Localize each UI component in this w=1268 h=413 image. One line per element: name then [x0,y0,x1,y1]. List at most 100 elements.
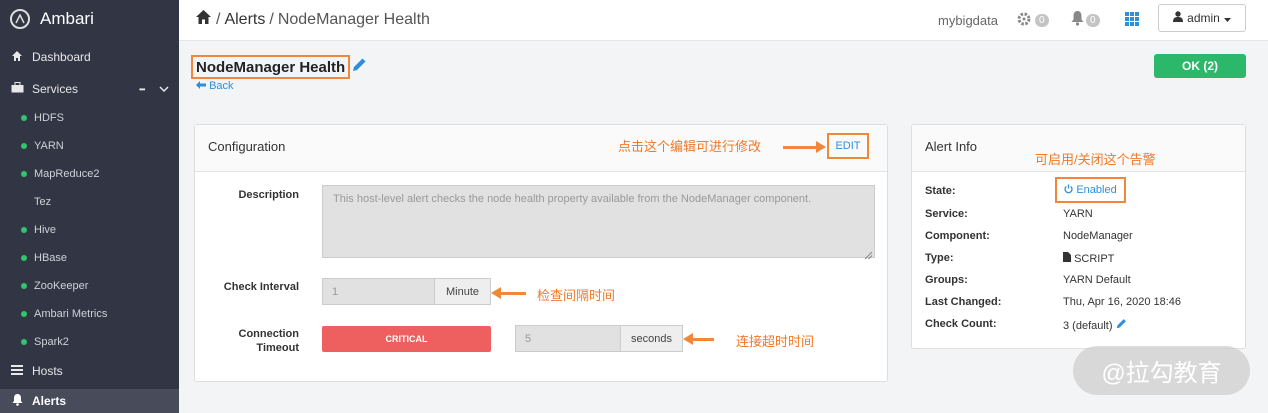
home-icon [10,50,24,65]
last-changed-label: Last Changed: [925,296,1002,308]
service-label: YARN [34,140,64,152]
sidebar-item-hosts[interactable]: Hosts [0,361,179,381]
alert-title: NodeManager Health [191,55,351,79]
timeout-annotation: 连接超时时间 [736,334,815,349]
service-label: HDFS [34,112,64,124]
service-label: MapReduce2 [34,168,100,180]
annotation-arrow-left [491,287,526,299]
connection-timeout-input[interactable]: 5 [515,325,621,352]
configuration-title: Configuration [208,139,286,154]
connection-timeout-label-line2: Timeout [256,342,299,354]
alerts-bell-button[interactable]: 0 [1071,8,1100,32]
status-dot [21,227,27,233]
brand-name: Ambari [40,9,94,28]
alert-info-title: Alert Info [925,139,978,154]
edit-button[interactable]: EDIT [827,133,869,159]
service-item-tez[interactable]: Tez [0,195,51,209]
sidebar-item-alerts[interactable]: Alerts [0,389,179,413]
sidebar-item-label: Dashboard [32,50,91,64]
enable-annotation: 可启用/关闭这个告警 [1035,152,1156,167]
status-dot [21,143,27,149]
sidebar-item-dashboard[interactable]: Dashboard [0,46,179,68]
breadcrumb-current: NodeManager Health [277,10,430,28]
user-icon [1173,11,1184,25]
arrow-left-icon [196,80,209,92]
last-changed-value: Thu, Apr 16, 2020 18:46 [1063,296,1182,308]
groups-value: YARN Default [1063,274,1131,286]
gears-icon [1016,11,1033,30]
back-label: Back [209,80,234,92]
background-ops-button[interactable]: 0 [1016,8,1049,32]
breadcrumb-separator: / [216,10,221,28]
service-item-mapreduce2[interactable]: MapReduce2 [0,167,99,181]
alerts-count-badge: 0 [1086,13,1100,27]
groups-label: Groups: [925,274,968,286]
back-link[interactable]: Back [196,80,234,92]
status-dot [21,339,27,345]
sidebar-item-label: Services [32,82,79,96]
type-field: SCRIPT [1063,252,1114,265]
interval-annotation: 检查间隔时间 [537,288,616,303]
component-value: NodeManager [1063,230,1133,242]
sidebar: Ambari Dashboard Services ••• HDFS YARN … [0,0,179,413]
service-item-ambari-metrics[interactable]: Ambari Metrics [0,307,107,321]
bell-icon [1071,11,1084,29]
service-label: Tez [34,196,52,208]
timeout-unit-addon: seconds [620,325,683,352]
check-count-value: 3 (default) [1063,320,1113,332]
component-label: Component: [925,230,990,242]
check-interval-input[interactable]: 1 [322,278,435,305]
check-count-field: 3 (default) [1063,318,1127,332]
cluster-name: mybigdata [938,12,998,28]
status-dot [21,115,27,121]
ambari-logo[interactable]: Ambari [10,8,94,30]
service-label: Spark2 [34,336,69,348]
user-name: admin [1187,11,1220,25]
check-interval-label: Check Interval [223,281,299,293]
enable-toggle[interactable]: Enabled [1055,177,1126,203]
service-label: ZooKeeper [34,280,89,292]
status-dot [21,283,27,289]
service-value: YARN [1063,208,1093,220]
briefcase-icon [10,82,24,96]
service-item-hive[interactable]: Hive [0,223,56,237]
breadcrumb-alerts-link[interactable]: Alerts [224,11,265,29]
service-label: HBase [34,252,68,264]
service-item-hbase[interactable]: HBase [0,251,67,265]
file-icon [1063,252,1074,265]
description-textarea[interactable]: This host-level alert checks the node he… [322,185,875,258]
ambari-logo-icon [10,9,30,29]
sidebar-item-label: Hosts [32,364,63,378]
type-value: SCRIPT [1074,253,1115,265]
edit-title-pencil-icon[interactable] [352,57,367,76]
service-label: Hive [34,224,57,236]
service-item-hdfs[interactable]: HDFS [0,111,64,125]
bell-icon [10,393,24,409]
server-icon [10,364,24,378]
edit-check-count-pencil-icon[interactable] [1116,319,1127,332]
breadcrumb-separator: / [269,10,274,28]
views-grid-button[interactable] [1124,8,1140,32]
breadcrumb: / Alerts / NodeManager Health [195,9,430,30]
grid-icon [1124,11,1140,30]
description-label: Description [238,189,299,201]
more-icon[interactable]: ••• [139,85,145,94]
ops-count-badge: 0 [1035,13,1049,27]
critical-badge: CRITICAL [322,326,491,352]
sidebar-item-label: Alerts [32,394,67,408]
annotation-arrow-right [783,141,826,153]
state-label: State: [925,185,956,197]
service-item-yarn[interactable]: YARN [0,139,64,153]
sidebar-item-services[interactable]: Services ••• [0,78,179,100]
top-bar: / Alerts / NodeManager Health mybigdata … [179,0,1268,41]
ok-status-button[interactable]: OK (2) [1154,54,1246,78]
power-icon [1064,184,1073,197]
chevron-down-icon[interactable] [159,82,169,96]
type-label: Type: [925,252,954,264]
home-icon[interactable] [195,9,212,30]
service-item-spark2[interactable]: Spark2 [0,335,69,349]
state-value: Enabled [1076,184,1117,196]
service-item-zookeeper[interactable]: ZooKeeper [0,279,88,293]
resize-handle-icon[interactable] [864,247,873,265]
user-menu-button[interactable]: admin [1158,4,1246,32]
